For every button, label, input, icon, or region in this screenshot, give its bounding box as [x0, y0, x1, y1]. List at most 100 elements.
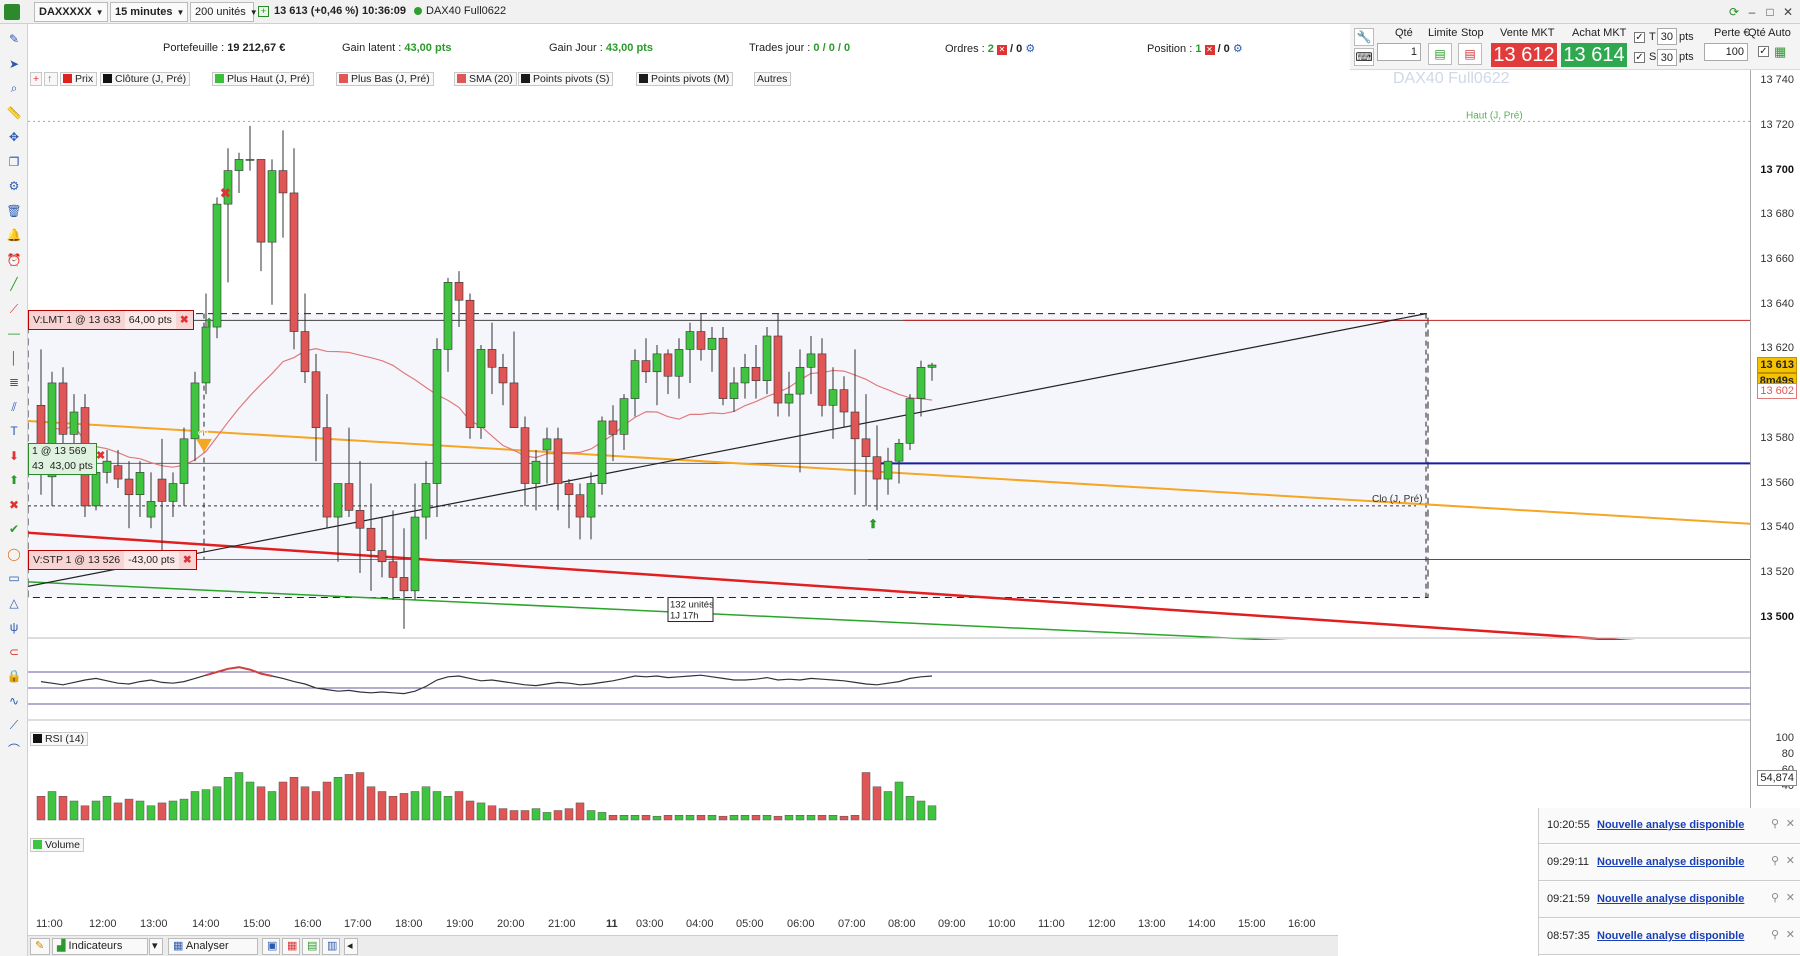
pin-icon[interactable]: ⚲ — [1771, 817, 1779, 830]
legend-up-icon[interactable]: ↑ — [44, 72, 58, 86]
triangle-icon[interactable]: △ — [5, 594, 23, 612]
lock-icon[interactable]: 🔒 — [5, 667, 23, 685]
legend-item-7[interactable]: Autres — [754, 72, 792, 86]
qte-auto-input[interactable]: 100 — [1704, 43, 1748, 61]
close-icon[interactable]: ✖ — [179, 554, 196, 566]
alarm-icon[interactable]: ⏰ — [5, 251, 23, 269]
legend-add-icon[interactable]: + — [30, 72, 42, 86]
arrow-down-icon[interactable]: ⬇ — [5, 447, 23, 465]
hline-icon[interactable]: — — [5, 324, 23, 342]
pitchfork-icon[interactable]: ψ — [5, 618, 23, 636]
close-icon[interactable]: ✕ — [1786, 891, 1795, 904]
notification-link[interactable]: Nouvelle analyse disponible — [1597, 856, 1744, 868]
close-icon[interactable]: ✕ — [1786, 817, 1795, 830]
export-icon[interactable]: ▤ — [302, 938, 320, 955]
arrow-up-icon[interactable]: ⬆ — [5, 471, 23, 489]
notification-link[interactable]: Nouvelle analyse disponible — [1597, 893, 1744, 905]
segment-icon[interactable]: ⟋ — [5, 300, 23, 318]
calendar-icon[interactable]: ▦ — [282, 938, 300, 955]
position[interactable]: Position : 1 ✕ / 0 ⚙ — [1147, 42, 1243, 55]
legend-item-2[interactable]: Plus Haut (J, Pré) — [212, 72, 314, 86]
close-icon[interactable]: ✕ — [1204, 45, 1215, 55]
legend-item-5[interactable]: Points pivots (S) — [518, 72, 614, 86]
close-icon[interactable]: ✖ — [96, 449, 105, 462]
order-stp-tag[interactable]: V:STP 1 @ 13 526 -43,00 pts ✖ — [28, 549, 197, 570]
stop-order-button[interactable]: ▤ — [1458, 43, 1482, 65]
order-lmt-tag[interactable]: V:LMT 1 @ 13 633 64,00 pts ✖ — [28, 310, 194, 331]
qte-auto-checkbox[interactable]: ✓ — [1758, 46, 1769, 57]
close-icon[interactable]: ✕ — [1786, 854, 1795, 867]
wrench-icon[interactable]: 🔧 — [1354, 28, 1374, 46]
indicateurs-button[interactable]: ▟ Indicateurs — [52, 938, 148, 955]
price-chart[interactable]: ✖ ⬆ ⬆ OR DAX40 Full0622 Haut (J, Pré) Clo (J, … — [28, 70, 1750, 930]
notification-item[interactable]: 09:29:11 Nouvelle analyse disponible ⚲ ✕ — [1539, 845, 1800, 881]
qte-input[interactable]: 1 — [1377, 43, 1421, 61]
trend-icon[interactable]: ⟋ — [5, 716, 23, 734]
volume-label[interactable]: Volume — [30, 838, 85, 852]
close-icon[interactable]: ✕ — [1780, 4, 1796, 20]
ellipse-icon[interactable]: ◯ — [5, 545, 23, 563]
settings-icon[interactable]: ⚙ — [1025, 43, 1035, 55]
cross-icon[interactable]: ✖ — [5, 496, 23, 514]
scroll-left-icon[interactable]: ◂ — [344, 938, 358, 955]
bell-icon[interactable]: 🔔 — [5, 226, 23, 244]
t-input[interactable]: 30 — [1657, 28, 1677, 45]
keyboard-icon[interactable]: ⌨ — [1354, 48, 1374, 66]
rsi-label[interactable]: RSI (14) — [30, 732, 89, 746]
print-icon[interactable]: ▥ — [322, 938, 340, 955]
vline-icon[interactable]: │ — [5, 349, 23, 367]
pin-icon[interactable]: ⚲ — [1771, 854, 1779, 867]
position-tag[interactable]: 1 @ 13 569 43 43,00 pts — [28, 443, 97, 476]
pin-icon[interactable]: ⚲ — [1771, 928, 1779, 941]
copy-icon[interactable]: ❐ — [5, 153, 23, 171]
check-icon[interactable]: ✔ — [5, 520, 23, 538]
pencil-icon[interactable]: ✎ — [30, 938, 50, 955]
magnet-icon[interactable]: ⊂ — [5, 643, 23, 661]
move-icon[interactable]: ✥ — [5, 128, 23, 146]
indicateurs-dropdown[interactable]: ▾ — [149, 938, 163, 955]
minimize-icon[interactable]: – — [1744, 4, 1760, 20]
ordres[interactable]: Ordres : 2 ✕ / 0 ⚙ — [945, 42, 1035, 55]
notification-item[interactable]: 09:21:59 Nouvelle analyse disponible ⚲ ✕ — [1539, 882, 1800, 918]
curve-icon[interactable]: ⌒ — [5, 741, 23, 759]
notification-link[interactable]: Nouvelle analyse disponible — [1597, 819, 1744, 831]
analyser-button[interactable]: ▦ Analyser — [168, 938, 258, 955]
settings-icon[interactable]: ⚙ — [1233, 43, 1243, 55]
rectangle-icon[interactable]: ▭ — [5, 569, 23, 587]
legend-item-1[interactable]: Clôture (J, Pré) — [100, 72, 191, 86]
text-icon[interactable]: T — [5, 422, 23, 440]
refresh-icon[interactable]: ⟳ — [1726, 4, 1742, 20]
trash-icon[interactable]: 🗑 — [5, 202, 23, 220]
legend-item-0[interactable]: Prix — [60, 72, 98, 86]
symbol-selector[interactable]: DAXXXXX ▼ — [34, 2, 108, 22]
gear-icon[interactable]: ⚙ — [5, 177, 23, 195]
maximize-icon[interactable]: □ — [1762, 4, 1778, 20]
buy-market-button[interactable]: 13 614 — [1561, 43, 1627, 67]
s-checkbox[interactable]: ✓ — [1634, 52, 1645, 63]
line-icon[interactable]: ╱ — [5, 275, 23, 293]
limit-order-button[interactable]: ▤ — [1428, 43, 1452, 65]
pencil-icon[interactable]: ✎ — [5, 30, 23, 48]
channel-icon[interactable]: ⫽ — [5, 398, 23, 416]
zoom-icon[interactable]: ⌕ — [5, 79, 23, 97]
legend-item-3[interactable]: Plus Bas (J, Pré) — [336, 72, 434, 86]
close-icon[interactable]: ✕ — [1786, 928, 1795, 941]
calendar-icon[interactable]: ▦ — [1774, 44, 1786, 60]
units-selector[interactable]: 200 unités ▼ — [190, 2, 258, 22]
legend-item-4[interactable]: SMA (20) — [454, 72, 517, 86]
timeframe-selector[interactable]: 15 minutes ▼ — [110, 2, 188, 22]
notification-link[interactable]: Nouvelle analyse disponible — [1597, 930, 1744, 942]
notification-item[interactable]: 08:57:35 Nouvelle analyse disponible ⚲ ✕ — [1539, 919, 1800, 955]
legend-item-6[interactable]: Points pivots (M) — [636, 72, 734, 86]
close-icon[interactable]: ✕ — [996, 45, 1007, 55]
notification-item[interactable]: 10:20:55 Nouvelle analyse disponible ⚲ ✕ — [1539, 808, 1800, 844]
cursor-icon[interactable]: ➤ — [5, 55, 23, 73]
pin-icon[interactable]: ⚲ — [1771, 891, 1779, 904]
wave-icon[interactable]: ∿ — [5, 692, 23, 710]
sell-market-button[interactable]: 13 612 — [1491, 43, 1557, 67]
ruler-icon[interactable]: 📏 — [5, 104, 23, 122]
s-input[interactable]: 30 — [1657, 49, 1677, 66]
fibo-icon[interactable]: ≣ — [5, 373, 23, 391]
t-checkbox[interactable]: ✓ — [1634, 32, 1645, 43]
close-icon[interactable]: ✖ — [176, 314, 193, 326]
